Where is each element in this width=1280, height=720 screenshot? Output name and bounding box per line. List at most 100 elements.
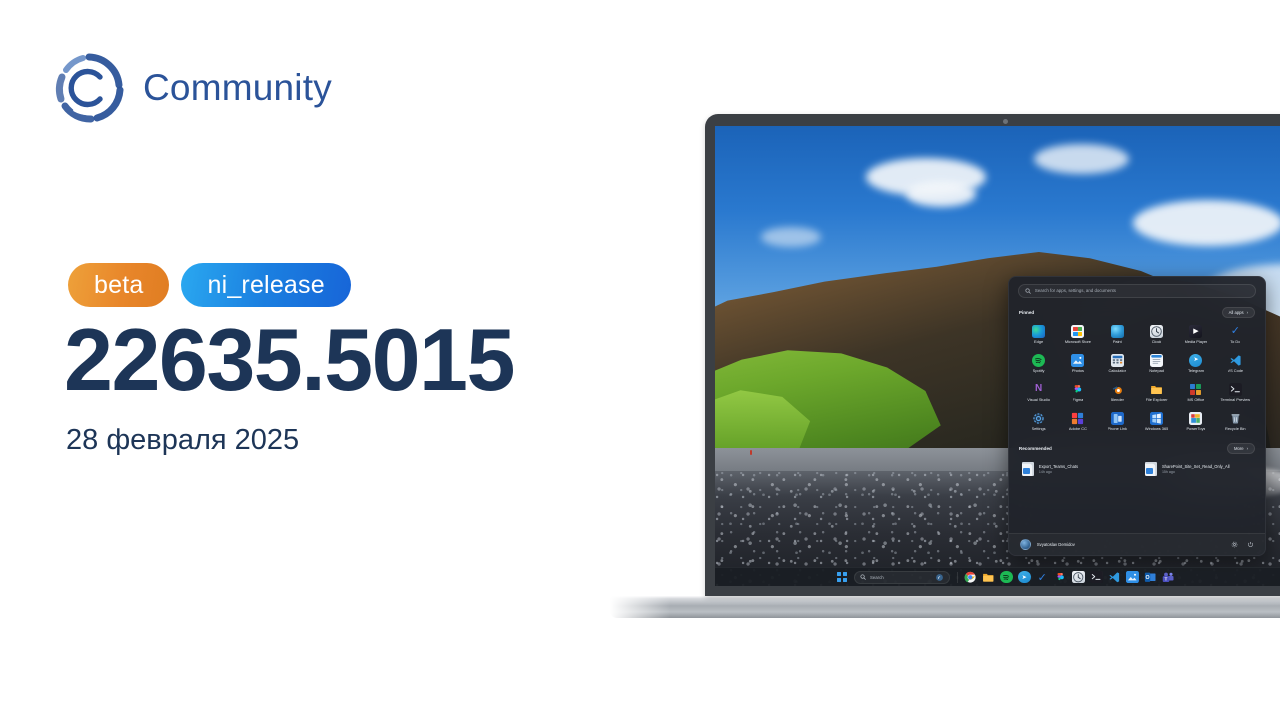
taskbar-button[interactable] <box>1000 570 1013 584</box>
taskbar-button[interactable] <box>1126 570 1139 584</box>
pinned-app[interactable]: MS Office <box>1176 381 1215 405</box>
taskbar-button[interactable]: T <box>1162 571 1175 584</box>
blender-icon <box>1111 383 1124 396</box>
pinned-app-label: MS Office <box>1187 398 1205 403</box>
taskbar: Search ➤ ✓ O T <box>715 567 1280 586</box>
taskbar-button[interactable]: ✓ <box>1036 571 1049 584</box>
pinned-app-label: File Explorer <box>1145 398 1168 403</box>
pinned-app[interactable]: Recycle Bin <box>1216 410 1255 434</box>
laptop-lid: Search for apps, settings, and documents… <box>705 114 1280 596</box>
community-circle-c-logo-icon <box>53 52 125 124</box>
pinned-app[interactable]: Phone Link <box>1098 410 1137 434</box>
recommended-section-header: Recommended More › <box>1019 442 1255 455</box>
taskbar-button[interactable] <box>982 571 995 584</box>
file-explorer-icon <box>1150 383 1163 396</box>
recommended-list: Export_Teams_Chats 14h ago SharePoint_Site… <box>1019 459 1255 478</box>
start-search-placeholder: Search for apps, settings, and documents <box>1034 288 1116 293</box>
pinned-app[interactable]: Clock <box>1137 323 1176 347</box>
taskbar-button[interactable]: O <box>1144 571 1157 584</box>
pinned-app[interactable]: Photos <box>1058 352 1097 376</box>
phone-link-icon <box>1110 411 1124 425</box>
taskbar-button[interactable]: ➤ <box>1018 570 1031 584</box>
media-player-icon: ▶ <box>1189 324 1203 338</box>
pinned-app-label: Phone Link <box>1107 427 1127 432</box>
pinned-app[interactable]: File Explorer <box>1137 381 1176 405</box>
microsoft-store-icon <box>1071 324 1085 338</box>
start-button[interactable] <box>836 571 849 584</box>
slide-canvas: Community beta ni_release 22635.5015 28 … <box>0 0 1280 720</box>
release-badges: beta ni_release <box>68 263 351 307</box>
figma-icon <box>1054 571 1067 584</box>
pinned-app[interactable]: Paint <box>1098 323 1137 347</box>
pinned-app[interactable]: Microsoft Store <box>1058 323 1097 347</box>
windows-start-icon <box>837 572 847 582</box>
more-button[interactable]: More › <box>1227 442 1255 455</box>
start-menu-footer: Svyatoslav Demidov <box>1008 533 1265 555</box>
start-menu-panel[interactable]: Search for apps, settings, and documents… <box>1007 275 1266 557</box>
copilot-icon[interactable] <box>935 573 944 582</box>
user-avatar[interactable] <box>1019 539 1031 551</box>
power-icon[interactable] <box>1247 541 1254 548</box>
pinned-section-header: Pinned All apps › <box>1019 306 1255 318</box>
recommended-item[interactable]: Export_Teams_Chats 14h ago <box>1019 459 1132 478</box>
recommended-item[interactable]: SharePoint_Site_Set_Read_Only_All 15h ago <box>1142 459 1255 478</box>
pinned-app-label: Notepad <box>1149 369 1164 374</box>
pinned-app[interactable]: Blender <box>1098 381 1137 405</box>
pinned-app-label: Blender <box>1110 398 1124 403</box>
taskbar-divider <box>956 571 958 583</box>
pinned-app-label: Microsoft Store <box>1064 340 1091 345</box>
taskbar-button[interactable] <box>964 571 977 584</box>
pinned-app-label: Calculator <box>1108 369 1126 374</box>
badge-branch: ni_release <box>181 263 351 307</box>
taskbar-search-placeholder: Search <box>870 574 884 580</box>
laptop-base <box>610 596 1280 618</box>
pinned-app-label: VS Code <box>1227 369 1244 374</box>
pinned-app[interactable]: Edge <box>1019 323 1058 347</box>
start-search-input[interactable]: Search for apps, settings, and documents <box>1017 283 1256 298</box>
to-do-icon: ✓ <box>1037 571 1047 584</box>
recommended-item-text: SharePoint_Site_Set_Read_Only_All 15h ago <box>1162 464 1230 474</box>
more-label: More <box>1234 446 1244 451</box>
pinned-app[interactable]: ▶ Media Player <box>1176 323 1215 347</box>
clock-icon <box>1072 570 1085 584</box>
pinned-app-label: Photos <box>1071 369 1084 374</box>
laptop-screen: Search for apps, settings, and documents… <box>715 126 1280 586</box>
build-number: 22635.5015 <box>64 310 515 409</box>
spotify-icon <box>1000 570 1013 584</box>
pinned-app-label: Media Player <box>1184 340 1208 345</box>
taskbar-button[interactable] <box>1108 571 1121 584</box>
edge-icon <box>1032 324 1046 338</box>
pinned-app[interactable]: Settings <box>1019 410 1058 434</box>
all-apps-button[interactable]: All apps › <box>1221 306 1255 318</box>
taskbar-button[interactable] <box>1090 570 1103 584</box>
notepad-icon <box>1150 353 1164 367</box>
pinned-app[interactable]: PowerToys <box>1176 410 1215 434</box>
taskbar-button[interactable] <box>1072 570 1085 584</box>
recommended-item-time: 15h ago <box>1161 469 1175 474</box>
document-file-icon <box>1021 461 1034 476</box>
pinned-app[interactable]: Terminal Preview <box>1216 381 1255 405</box>
pinned-app[interactable]: ✓ To Do <box>1216 323 1255 347</box>
pinned-app-label: To Do <box>1230 340 1241 345</box>
pinned-app[interactable]: VS Code <box>1216 352 1255 376</box>
pinned-app[interactable]: N Visual Studio <box>1019 381 1058 405</box>
search-icon <box>860 574 866 580</box>
pinned-app[interactable]: Figma <box>1058 381 1097 405</box>
telegram-icon: ➤ <box>1189 353 1203 367</box>
pinned-app[interactable]: Spotify <box>1019 352 1058 376</box>
pinned-app-label: Spotify <box>1032 369 1045 374</box>
pinned-app[interactable]: Calculator <box>1098 352 1137 376</box>
photos-icon <box>1126 570 1139 584</box>
settings-gear-icon[interactable] <box>1231 541 1238 548</box>
terminal-icon <box>1090 570 1103 584</box>
pinned-app[interactable]: ➤ Telegram <box>1176 352 1215 376</box>
taskbar-button[interactable] <box>1054 571 1067 584</box>
recommended-item-name: SharePoint_Site_Set_Read_Only_All <box>1161 463 1230 469</box>
pinned-app[interactable]: Adobe CC <box>1058 410 1097 434</box>
pinned-app-label: Adobe CC <box>1068 427 1087 432</box>
pinned-app[interactable]: Notepad <box>1137 352 1176 376</box>
pinned-app-label: Telegram <box>1187 369 1204 374</box>
vs-code-icon <box>1229 354 1242 367</box>
taskbar-search-input[interactable]: Search <box>854 570 950 584</box>
pinned-app[interactable]: Windows 365 <box>1137 410 1176 434</box>
